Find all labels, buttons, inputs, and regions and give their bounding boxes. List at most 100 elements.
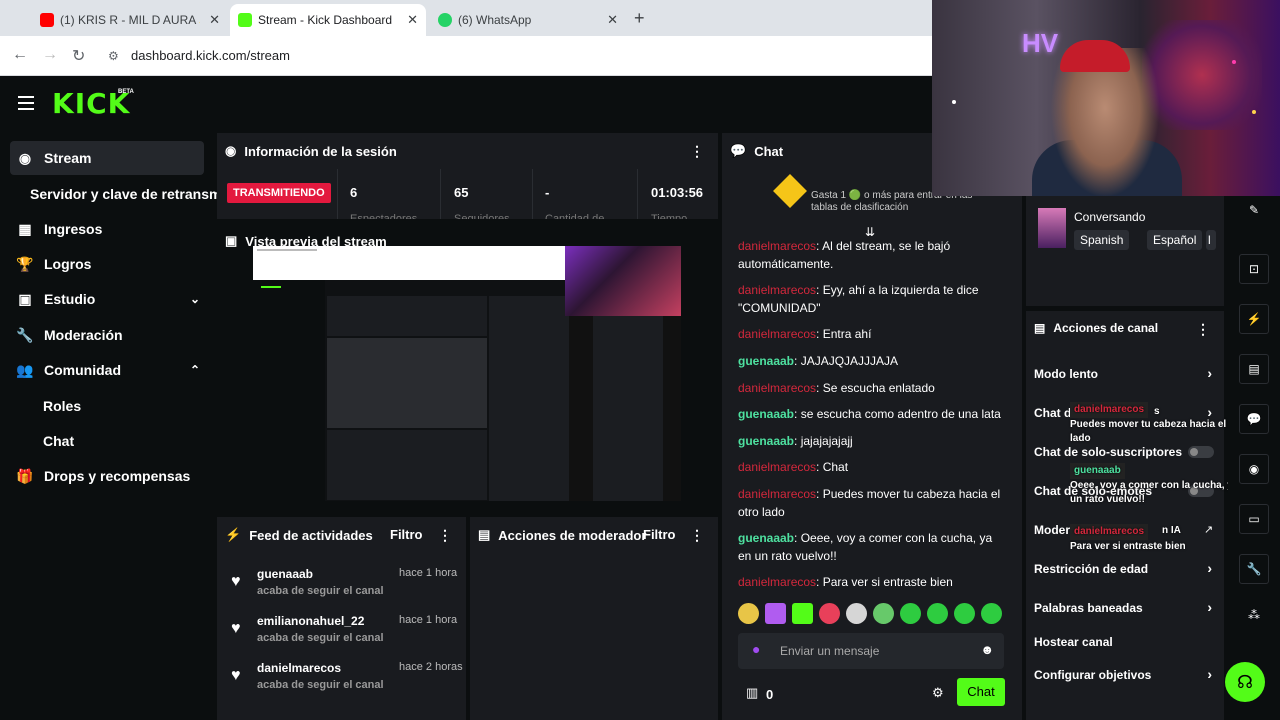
emote-icon[interactable] — [792, 603, 813, 624]
emote-icon[interactable] — [846, 603, 867, 624]
bolt-icon[interactable]: ⚡ — [1239, 304, 1269, 334]
feed-user[interactable]: emilianonahuel_22 — [257, 614, 364, 628]
video-icon[interactable]: ▭ — [1239, 504, 1269, 534]
action-slow-mode[interactable]: Modo lento — [1034, 367, 1098, 381]
chat-message: guenaaab: Oeee, voy a comer con la cucha… — [738, 531, 993, 563]
feed-user[interactable]: danielmarecos — [257, 661, 341, 675]
chat-text: Entra ahí — [822, 327, 872, 341]
sidebar-item-server-key[interactable]: Servidor y clave de retransm — [30, 186, 221, 202]
chat-username[interactable]: danielmarecos — [738, 487, 816, 501]
overlay-fragment: n IA — [1162, 525, 1181, 536]
broadcast-icon: ◉ — [225, 143, 237, 158]
chat-settings-icon[interactable]: ⚙ — [932, 685, 944, 701]
sidebar-item-moderacion[interactable]: 🔧 Moderación — [10, 318, 204, 352]
chat-username[interactable]: danielmarecos — [738, 460, 816, 474]
tab-title: (6) WhatsApp — [458, 13, 532, 27]
more-options-icon[interactable]: ⋮ — [1196, 321, 1210, 338]
share-icon[interactable]: ⁂ — [1239, 601, 1269, 631]
action-subs-only[interactable]: Chat de solo-suscriptores — [1034, 445, 1182, 459]
heart-icon: ♥ — [231, 620, 241, 637]
forward-icon[interactable]: → — [42, 46, 58, 64]
sidebar-item-roles[interactable]: Roles — [43, 398, 81, 414]
viewers-value: 6 — [350, 185, 358, 200]
panel-title: 💬 Chat — [730, 143, 783, 159]
panel-title-text: Acciones de moderador — [498, 527, 647, 543]
action-age-restriction[interactable]: Restricción de edad — [1034, 562, 1148, 576]
activity-feed-panel: ⚡ Feed de actividades Filtro ⋮ ♥ guenaaab… — [217, 517, 466, 720]
edit-icon[interactable]: ✎ — [1239, 196, 1269, 226]
notes-icon[interactable]: ▤ — [1239, 354, 1269, 384]
sidebar-item-drops[interactable]: 🎁 Drops y recompensas — [10, 459, 204, 493]
reload-icon[interactable]: ↻ — [72, 46, 85, 66]
browser-tab-kick[interactable]: Stream - Kick Dashboard ✕ — [230, 4, 426, 36]
sidebar-item-comunidad[interactable]: 👥 Comunidad ⌃ — [10, 353, 204, 387]
support-chat-button[interactable]: ☊ — [1225, 662, 1265, 702]
points-store-icon[interactable]: ▥ — [746, 685, 758, 701]
more-options-icon[interactable]: ⋮ — [438, 527, 452, 544]
chat-icon[interactable]: 💬 — [1239, 404, 1269, 434]
chat-username[interactable]: danielmarecos — [738, 575, 816, 589]
menu-icon[interactable] — [18, 96, 34, 110]
sidebar-item-ingresos[interactable]: ▦ Ingresos — [10, 212, 204, 246]
chat-username[interactable]: guenaaab — [738, 354, 794, 368]
chat-username[interactable]: danielmarecos — [738, 327, 816, 341]
chat-username[interactable]: guenaaab — [738, 531, 794, 545]
site-info-icon[interactable]: ⚙ — [108, 49, 119, 63]
back-icon[interactable]: ← — [12, 46, 28, 64]
wrench-icon[interactable]: 🔧 — [1239, 554, 1269, 584]
emote-icon[interactable] — [981, 603, 1002, 624]
preview-tab — [257, 249, 317, 251]
chat-username[interactable]: guenaaab — [738, 434, 794, 448]
chevron-right-icon[interactable]: › — [1207, 365, 1212, 381]
new-tab-icon[interactable]: + — [634, 8, 645, 29]
sidebar-item-logros[interactable]: 🏆 Logros — [10, 247, 204, 281]
action-host-channel[interactable]: Hostear canal — [1034, 635, 1113, 649]
microphone-icon[interactable]: ● — [752, 641, 760, 657]
stream-category[interactable]: Conversando — [1074, 210, 1145, 224]
preview-panel — [327, 296, 487, 336]
chat-message: guenaaab: se escucha como adentro de una… — [738, 407, 1001, 421]
feed-action: acaba de seguir el canal — [257, 585, 384, 597]
subs-only-toggle[interactable] — [1188, 446, 1214, 458]
emote-icon[interactable] — [927, 603, 948, 624]
studio-icon: ▣ — [18, 290, 32, 307]
feed-filter-button[interactable]: Filtro — [390, 527, 423, 542]
bolt-icon: ⚡ — [225, 527, 242, 542]
emote-icon[interactable] — [873, 603, 894, 624]
sidebar-item-chat[interactable]: Chat — [43, 433, 74, 449]
emoji-icon[interactable]: ☻ — [980, 642, 994, 657]
browser-tab-youtube[interactable]: (1) KRIS R - MIL D AURA 💫 (VI ✕ — [32, 4, 228, 36]
sidebar-item-estudio[interactable]: ▣ Estudio ⌄ — [10, 282, 204, 316]
chat-username[interactable]: guenaaab — [738, 407, 794, 421]
more-options-icon[interactable]: ⋮ — [690, 143, 704, 160]
close-tab-icon[interactable]: ✕ — [407, 12, 418, 28]
broadcast-icon[interactable]: ◉ — [1239, 454, 1269, 484]
stream-preview-video[interactable] — [253, 246, 681, 501]
mod-filter-button[interactable]: Filtro — [643, 527, 676, 542]
chat-input[interactable]: ● Enviar un mensaje ☻ — [738, 633, 1004, 669]
action-banned-words[interactable]: Palabras baneadas — [1034, 601, 1143, 615]
chevron-right-icon[interactable]: › — [1207, 599, 1212, 615]
category-thumbnail[interactable] — [1038, 208, 1066, 248]
emote-icon[interactable] — [738, 603, 759, 624]
chevron-right-icon[interactable]: › — [1207, 560, 1212, 576]
more-options-icon[interactable]: ⋮ — [690, 527, 704, 544]
chat-username[interactable]: danielmarecos — [738, 381, 816, 395]
feed-user[interactable]: guenaaab — [257, 567, 313, 581]
chat-send-button[interactable]: Chat — [957, 678, 1005, 706]
emote-icon[interactable] — [765, 603, 786, 624]
emote-icon[interactable] — [900, 603, 921, 624]
chat-username[interactable]: danielmarecos — [738, 239, 816, 253]
emote-icon[interactable] — [819, 603, 840, 624]
emote-icon[interactable] — [954, 603, 975, 624]
chevron-right-icon[interactable]: › — [1207, 666, 1212, 682]
url-field[interactable]: dashboard.kick.com/stream — [131, 48, 290, 63]
action-set-goals[interactable]: Configurar objetivos — [1034, 668, 1151, 682]
chat-message: danielmarecos: Para ver si entraste bien — [738, 575, 953, 589]
close-tab-icon[interactable]: ✕ — [209, 12, 220, 28]
capture-icon[interactable]: ⊡ — [1239, 254, 1269, 284]
sidebar-item-stream[interactable]: ◉ Stream — [10, 141, 204, 175]
browser-tab-whatsapp[interactable]: (6) WhatsApp ✕ — [430, 4, 626, 36]
chat-username[interactable]: danielmarecos — [738, 283, 816, 297]
close-tab-icon[interactable]: ✕ — [607, 12, 618, 28]
